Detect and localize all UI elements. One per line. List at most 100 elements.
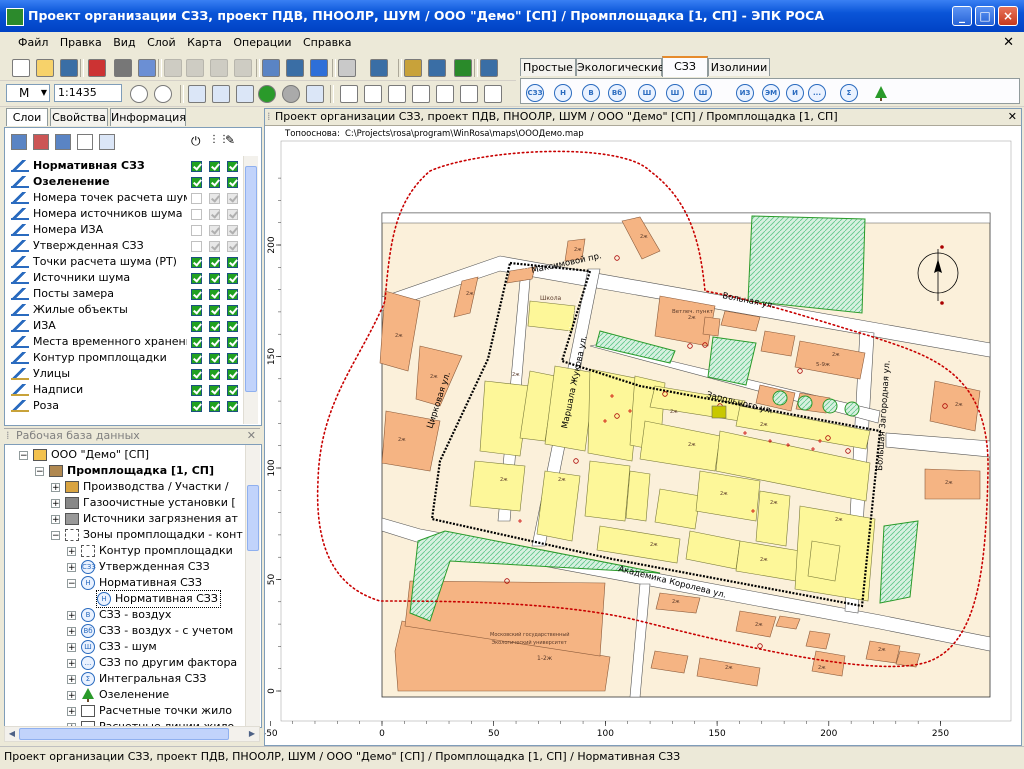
layer-editable-checkbox[interactable] bbox=[227, 353, 238, 364]
layer-row[interactable]: Номера источников шума bbox=[11, 206, 187, 222]
layer-visible-checkbox[interactable] bbox=[191, 353, 202, 364]
scale-input[interactable]: 1:1435 bbox=[54, 84, 122, 102]
tab-information[interactable]: Информация bbox=[110, 108, 186, 126]
list-icon[interactable] bbox=[370, 59, 388, 77]
expand-icon[interactable]: + bbox=[51, 515, 60, 525]
szz-tool-button[interactable]: Вб bbox=[608, 84, 626, 102]
label-layer-icon[interactable] bbox=[77, 134, 93, 150]
layer-selectable-checkbox[interactable] bbox=[209, 401, 220, 412]
forward-arrow-icon[interactable] bbox=[282, 85, 300, 103]
expand-icon[interactable]: + bbox=[67, 627, 76, 637]
map-close-icon[interactable]: ✕ bbox=[1008, 109, 1017, 124]
cut-icon[interactable] bbox=[164, 59, 182, 77]
layer-visible-checkbox[interactable] bbox=[191, 177, 202, 188]
szz-tool-button[interactable]: В bbox=[582, 84, 600, 102]
tree-item[interactable]: Зоны промплощадки - конт bbox=[65, 527, 243, 543]
layer-visible-checkbox[interactable] bbox=[191, 193, 202, 204]
measure-icon[interactable] bbox=[412, 85, 430, 103]
layer-selectable-checkbox[interactable] bbox=[209, 385, 220, 396]
object-icon[interactable] bbox=[428, 59, 446, 77]
layer-row[interactable]: Надписи bbox=[11, 382, 187, 398]
tree-item[interactable]: В СЗЗ - воздух bbox=[81, 607, 171, 623]
layer-visible-checkbox[interactable] bbox=[191, 225, 202, 236]
close-button[interactable]: × bbox=[998, 6, 1018, 26]
screen-icon[interactable] bbox=[480, 59, 498, 77]
menu-help[interactable]: Справка bbox=[299, 32, 355, 53]
save-icon[interactable] bbox=[60, 59, 78, 77]
szz-tool-button[interactable]: СЗЗ bbox=[526, 84, 544, 102]
tree-item[interactable]: Газоочистные установки [ bbox=[65, 495, 236, 511]
magnify-minus-icon[interactable] bbox=[460, 85, 478, 103]
redraw-icon[interactable] bbox=[306, 85, 324, 103]
layer-selectable-checkbox[interactable] bbox=[209, 369, 220, 380]
layer-editable-checkbox[interactable] bbox=[227, 209, 238, 220]
layer-editable-checkbox[interactable] bbox=[227, 369, 238, 380]
szz-tool-button[interactable]: Ш bbox=[666, 84, 684, 102]
menu-operations[interactable]: Операции bbox=[229, 32, 295, 53]
print-icon[interactable] bbox=[114, 59, 132, 77]
layer-selectable-checkbox[interactable] bbox=[209, 241, 220, 252]
layer-selectable-checkbox[interactable] bbox=[209, 273, 220, 284]
open-folder-icon[interactable] bbox=[36, 59, 54, 77]
tab-ecological[interactable]: Экологические bbox=[576, 58, 665, 76]
layer-visible-checkbox[interactable] bbox=[191, 385, 202, 396]
layer-editable-checkbox[interactable] bbox=[227, 385, 238, 396]
menu-map[interactable]: Карта bbox=[183, 32, 226, 53]
grid-icon[interactable] bbox=[236, 85, 254, 103]
layer-editable-checkbox[interactable] bbox=[227, 241, 238, 252]
layer-editable-checkbox[interactable] bbox=[227, 305, 238, 316]
menu-view[interactable]: Вид bbox=[109, 32, 139, 53]
szz-tool-button[interactable]: ИЗ bbox=[736, 84, 754, 102]
pointer-icon[interactable] bbox=[340, 85, 358, 103]
node-edit-icon[interactable] bbox=[388, 85, 406, 103]
layer-row[interactable]: Источники шума bbox=[11, 270, 187, 286]
layer-row[interactable]: Номера точек расчета шума bbox=[11, 190, 187, 206]
tree-item[interactable]: Ш СЗЗ - шум bbox=[81, 639, 157, 655]
collapse-icon[interactable]: − bbox=[19, 451, 28, 461]
layer-row[interactable]: Утвержденная СЗЗ bbox=[11, 238, 187, 254]
layer-visible-checkbox[interactable] bbox=[191, 369, 202, 380]
layer-row[interactable]: Посты замера bbox=[11, 286, 187, 302]
layer-up-icon[interactable] bbox=[33, 134, 49, 150]
szz-tool-button[interactable]: ЭМ bbox=[762, 84, 780, 102]
pan-hand-icon[interactable] bbox=[484, 85, 502, 103]
tree-item[interactable]: Промплощадка [1, СП] bbox=[49, 463, 214, 479]
expand-icon[interactable]: + bbox=[51, 499, 60, 509]
layer-editable-checkbox[interactable] bbox=[227, 161, 238, 172]
tree-item[interactable]: Расчетные точки жило bbox=[81, 703, 232, 719]
layer-visible-checkbox[interactable] bbox=[191, 401, 202, 412]
layer-row[interactable]: Контур промплощадки bbox=[11, 350, 187, 366]
layer-down-icon[interactable] bbox=[55, 134, 71, 150]
szz-tool-button[interactable]: Ш bbox=[694, 84, 712, 102]
chart-icon[interactable] bbox=[212, 85, 230, 103]
szz-tool-button[interactable]: Ш bbox=[638, 84, 656, 102]
layer-visible-checkbox[interactable] bbox=[191, 161, 202, 172]
tree-item[interactable]: Озеленение bbox=[81, 687, 169, 703]
full-extent-icon[interactable] bbox=[188, 85, 206, 103]
tree-item[interactable]: Н Нормативная СЗЗ bbox=[96, 590, 221, 608]
layer-selectable-checkbox[interactable] bbox=[209, 177, 220, 188]
layer-row[interactable]: Нормативная СЗЗ bbox=[11, 158, 187, 174]
mode-select[interactable]: M ▼ bbox=[6, 84, 50, 102]
layers-config-icon[interactable] bbox=[404, 59, 422, 77]
layer-visible-checkbox[interactable] bbox=[191, 273, 202, 284]
tree-hscroll-thumb[interactable] bbox=[19, 728, 229, 740]
refresh-icon[interactable] bbox=[454, 59, 472, 77]
szz-tool-button[interactable]: Н bbox=[554, 84, 572, 102]
layer-row[interactable]: ИЗА bbox=[11, 318, 187, 334]
layer-selectable-checkbox[interactable] bbox=[209, 321, 220, 332]
edit-layer-icon[interactable] bbox=[262, 59, 280, 77]
layer-editable-checkbox[interactable] bbox=[227, 337, 238, 348]
tab-szz[interactable]: СЗЗ bbox=[662, 56, 708, 77]
preview-icon[interactable] bbox=[138, 59, 156, 77]
expand-icon[interactable]: + bbox=[67, 563, 76, 573]
expand-icon[interactable]: + bbox=[67, 691, 76, 701]
collapse-icon[interactable]: − bbox=[35, 467, 44, 477]
menu-edit[interactable]: Правка bbox=[56, 32, 106, 53]
tab-isolines[interactable]: Изолинии bbox=[708, 58, 770, 76]
layer-visible-checkbox[interactable] bbox=[191, 209, 202, 220]
magnify-plus-icon[interactable] bbox=[436, 85, 454, 103]
expand-icon[interactable]: + bbox=[67, 643, 76, 653]
layer-row[interactable]: Улицы bbox=[11, 366, 187, 382]
layers-scrollbar[interactable] bbox=[243, 156, 258, 424]
